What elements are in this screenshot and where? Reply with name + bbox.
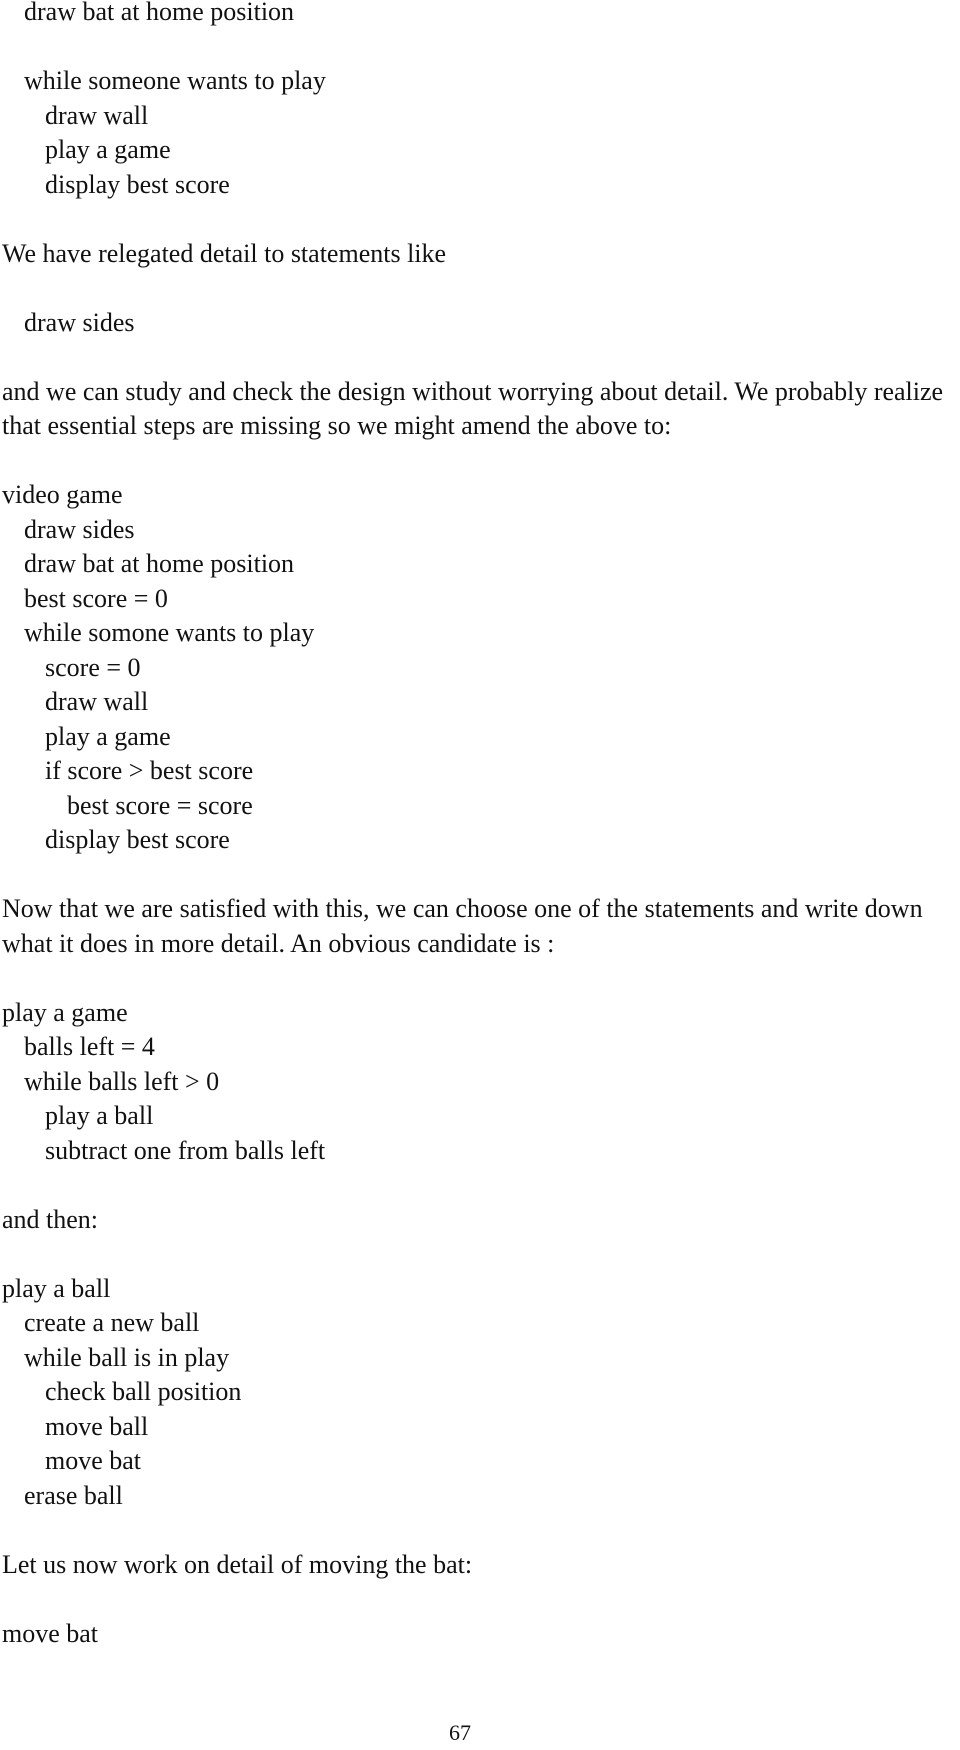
example-statement: draw sides: [24, 307, 135, 337]
code-line: check ball position: [45, 1377, 242, 1406]
code-line: draw bat at home position: [24, 0, 295, 26]
pseudocode-block-video-game: video game draw sides draw bat at home p…: [2, 478, 958, 858]
code-line: while ball is in play: [24, 1342, 230, 1372]
code-line: video game: [2, 480, 123, 509]
document-page: draw bat at home position while someone …: [2, 0, 958, 1651]
code-line: draw wall: [45, 687, 149, 716]
pseudocode-block-play-a-game: play a game balls left = 4 while balls l…: [2, 996, 958, 1169]
code-line: best score = score: [67, 790, 253, 820]
code-line: play a ball: [2, 1273, 111, 1303]
code-line: create a new ball: [24, 1308, 200, 1337]
code-line: while balls left > 0: [24, 1066, 220, 1096]
code-line: while somone wants to play: [24, 618, 315, 647]
code-line: play a game: [45, 135, 171, 164]
code-line: draw bat at home position: [24, 549, 295, 578]
code-line: draw wall: [45, 100, 149, 130]
code-line: balls left = 4: [24, 1032, 155, 1061]
paragraph: Let us now work on detail of moving the …: [2, 1549, 473, 1579]
paragraph: We have relegated detail to statements l…: [2, 238, 447, 268]
code-line: erase ball: [24, 1480, 123, 1510]
paragraph: and we can study and check the design wi…: [2, 376, 944, 441]
code-line: while someone wants to play: [24, 66, 326, 95]
code-line: best score = 0: [24, 583, 168, 613]
code-line: display best score: [45, 169, 230, 199]
code-line: draw sides: [24, 514, 135, 544]
code-line: if score > best score: [45, 756, 254, 785]
code-line: subtract one from balls left: [45, 1135, 326, 1165]
pseudocode-block-1: draw bat at home position while someone …: [2, 0, 958, 202]
code-line: play a game: [45, 721, 171, 751]
code-line: score = 0: [45, 652, 141, 682]
code-line: play a ball: [45, 1101, 154, 1130]
page-number: 67: [449, 1720, 471, 1745]
code-line: move bat: [2, 1618, 99, 1648]
paragraph: and then:: [2, 1204, 99, 1234]
pseudocode-block-move-bat: move bat: [2, 1617, 958, 1652]
paragraph: Now that we are satisfied with this, we …: [2, 894, 923, 958]
code-line: display best score: [45, 825, 230, 854]
pseudocode-block-play-a-ball: play a ball create a new ball while ball…: [2, 1272, 958, 1514]
code-line: move bat: [45, 1446, 142, 1475]
code-line: move ball: [45, 1411, 149, 1441]
code-line: play a game: [2, 997, 128, 1027]
